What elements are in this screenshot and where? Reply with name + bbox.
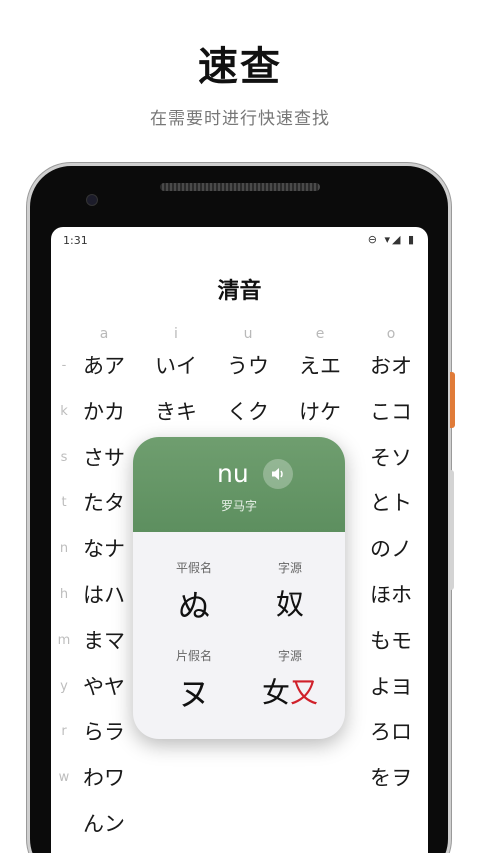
- phone-side-button-grey: [450, 470, 454, 590]
- vowel-header-row: a i u e o: [51, 326, 428, 344]
- kana-cell[interactable]: おオ: [361, 350, 421, 380]
- kana-row: - あア いイ うウ えエ おオ: [51, 350, 428, 386]
- katakana-char: ヌ: [177, 675, 210, 713]
- hiragana-char: ぬ: [177, 587, 210, 625]
- kana-cell[interactable]: まマ: [74, 625, 134, 655]
- kana-cell[interactable]: わワ: [74, 762, 134, 792]
- kana-cell[interactable]: ろロ: [361, 716, 421, 746]
- consonant-label: k: [60, 403, 68, 419]
- hiragana-source-kanji: 奴: [275, 588, 304, 621]
- screen-title: 清音: [217, 279, 262, 304]
- kana-cell[interactable]: けケ: [290, 396, 350, 426]
- phone-screen: 1:31 ⊖ ▾◢ ▮ 清音 a i u e o - あア いイ うウ えエ おオ k かカき…: [51, 227, 428, 853]
- consonant-label: h: [59, 587, 69, 602]
- katakana-source-kanji: 女又: [255, 671, 325, 711]
- consonant-label: w: [58, 770, 70, 786]
- kana-cell[interactable]: かカ: [74, 396, 134, 426]
- kana-cell[interactable]: のノ: [361, 533, 421, 563]
- vowel-label: e: [315, 326, 325, 342]
- kana-cell[interactable]: くク: [218, 396, 278, 426]
- kana-cell[interactable]: をヲ: [361, 762, 421, 792]
- speaker-icon[interactable]: [263, 459, 293, 489]
- phone-side-button: [450, 372, 455, 428]
- consonant-label: s: [60, 449, 68, 465]
- kana-detail-popup: nu 罗马字 平假名 字源 ぬ 奴 片假名 字源 ヌ 女又: [133, 437, 345, 739]
- consonant-label: n: [59, 541, 69, 557]
- katakana-source-label: 字源: [277, 649, 302, 663]
- hiragana-label: 平假名: [175, 561, 212, 575]
- promo-subtitle: 在需要时进行快速查找: [150, 109, 330, 129]
- kana-row: w わワ をヲ: [51, 762, 428, 798]
- kana-cell[interactable]: やヤ: [74, 671, 134, 701]
- popup-header: nu 罗马字: [133, 437, 345, 532]
- kana-cell[interactable]: もモ: [361, 625, 421, 655]
- consonant-label: t: [61, 495, 67, 511]
- kana-cell[interactable]: そソ: [361, 442, 421, 472]
- kana-cell[interactable]: さサ: [74, 442, 134, 472]
- phone-speaker-grille: [160, 183, 320, 191]
- status-time: 1:31: [63, 234, 88, 247]
- vowel-label: o: [386, 326, 396, 342]
- kana-cell[interactable]: こコ: [361, 396, 421, 426]
- phone-camera: [86, 194, 98, 206]
- katakana-source-highlight: 又: [290, 676, 319, 709]
- vowel-label: a: [99, 326, 109, 342]
- kana-row: k かカ きキ くク けケ こコ: [51, 396, 428, 432]
- kana-cell[interactable]: きキ: [146, 396, 206, 426]
- vowel-label: i: [174, 326, 178, 342]
- popup-romaji: nu: [217, 459, 249, 488]
- kana-cell[interactable]: いイ: [146, 350, 206, 380]
- vowel-label: u: [243, 326, 253, 342]
- katakana-source-left: 女: [261, 676, 290, 709]
- consonant-label: -: [61, 358, 67, 373]
- kana-cell[interactable]: よヨ: [361, 671, 421, 701]
- hiragana-source-label: 字源: [277, 561, 302, 575]
- kana-cell[interactable]: らラ: [74, 716, 134, 746]
- kana-cell[interactable]: あア: [74, 350, 134, 380]
- kana-cell[interactable]: うウ: [218, 350, 278, 380]
- consonant-label: y: [60, 678, 68, 694]
- promo-title: 速查: [198, 44, 282, 90]
- kana-cell[interactable]: はハ: [74, 579, 134, 609]
- katakana-label: 片假名: [175, 649, 212, 663]
- status-icons: ⊖ ▾◢ ▮: [367, 233, 416, 246]
- consonant-label: m: [57, 632, 71, 648]
- status-bar: 1:31 ⊖ ▾◢ ▮: [51, 227, 428, 253]
- popup-romaji-label: 罗马字: [220, 499, 257, 513]
- kana-row: んン: [51, 808, 428, 844]
- consonant-label: r: [61, 724, 67, 740]
- kana-cell[interactable]: とト: [361, 487, 421, 517]
- kana-cell[interactable]: んン: [74, 808, 134, 838]
- kana-cell[interactable]: ほホ: [361, 579, 421, 609]
- kana-cell[interactable]: なナ: [74, 533, 134, 563]
- kana-cell[interactable]: たタ: [74, 487, 134, 517]
- kana-cell[interactable]: えエ: [290, 350, 350, 380]
